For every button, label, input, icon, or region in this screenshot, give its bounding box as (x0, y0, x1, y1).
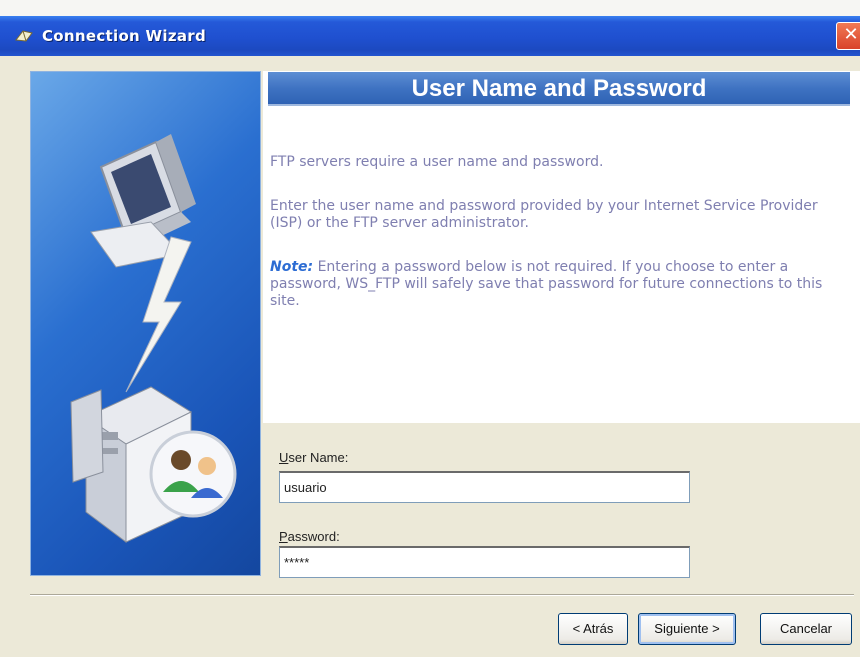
button-separator (30, 594, 854, 596)
next-button[interactable]: Siguiente > (638, 613, 736, 645)
username-label-text: ser Name: (288, 450, 349, 465)
top-margin (0, 0, 860, 16)
username-label-accelerator: U (279, 450, 289, 465)
window-title: Connection Wizard (42, 27, 207, 45)
password-label-accelerator: P (279, 529, 288, 544)
username-label: User Name: (279, 450, 348, 465)
wizard-illustration-panel (30, 71, 261, 576)
note-paragraph: Note: Entering a password below is not r… (270, 259, 850, 310)
cancel-button[interactable]: Cancelar (760, 613, 852, 645)
users-icon (149, 430, 237, 518)
page-title: User Name and Password (411, 75, 707, 102)
note-text: Entering a password below is not require… (270, 259, 823, 309)
password-label-text: assword: (287, 529, 340, 544)
username-input[interactable] (279, 471, 690, 503)
network-illustration (70, 134, 237, 543)
close-button[interactable]: ✕ (836, 22, 860, 50)
password-input[interactable] (279, 546, 690, 578)
close-icon: ✕ (843, 24, 859, 45)
intro-text: FTP servers require a user name and pass… (270, 154, 604, 170)
note-label: Note: (270, 259, 314, 275)
password-label: Password: (279, 529, 340, 544)
wizard-app-icon (15, 30, 33, 42)
back-button[interactable]: < Atrás (558, 613, 628, 645)
wizard-content-area (263, 71, 860, 423)
instructions-text: Enter the user name and password provide… (270, 198, 818, 231)
connection-wizard-window: Connection Wizard ✕ User Name and Passwo… (0, 0, 860, 657)
